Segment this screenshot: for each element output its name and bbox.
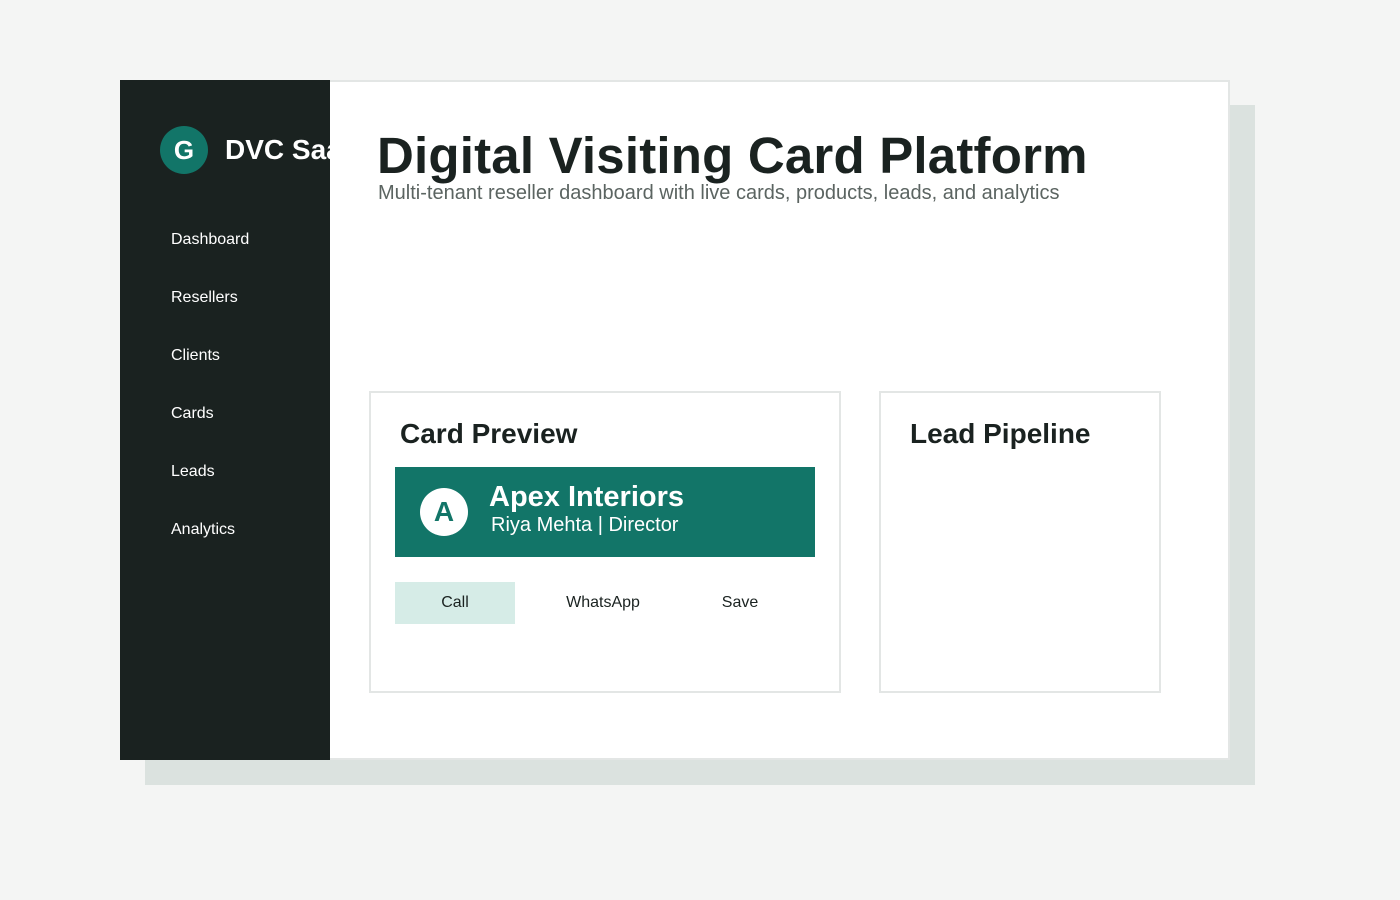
save-button[interactable]: Save: [680, 582, 800, 624]
sidebar-item-cards[interactable]: Cards: [171, 402, 249, 460]
app-window: G DVC SaaS Dashboard Resellers Clients C…: [120, 80, 1230, 760]
sidebar-item-resellers[interactable]: Resellers: [171, 286, 249, 344]
lead-pipeline-panel: Lead Pipeline: [879, 391, 1161, 693]
card-company-name: Apex Interiors: [489, 481, 684, 513]
page-subtitle: Multi-tenant reseller dashboard with liv…: [378, 182, 1060, 204]
sidebar: G DVC SaaS Dashboard Resellers Clients C…: [120, 80, 330, 760]
card-preview-panel: Card Preview A Apex Interiors Riya Mehta…: [369, 391, 841, 693]
sidebar-item-dashboard[interactable]: Dashboard: [171, 228, 249, 286]
main-content: Digital Visiting Card Platform Multi-ten…: [330, 82, 1228, 758]
sidebar-item-analytics[interactable]: Analytics: [171, 518, 249, 576]
sidebar-item-leads[interactable]: Leads: [171, 460, 249, 518]
card-person-title: Riya Mehta | Director: [491, 514, 679, 536]
page-title: Digital Visiting Card Platform: [377, 127, 1088, 184]
lead-pipeline-title: Lead Pipeline: [910, 418, 1091, 449]
card-preview-title: Card Preview: [400, 418, 578, 449]
call-button[interactable]: Call: [395, 582, 515, 624]
sidebar-item-clients[interactable]: Clients: [171, 344, 249, 402]
brand[interactable]: G DVC SaaS: [160, 126, 330, 174]
brand-logo: G: [160, 126, 208, 174]
card-avatar: A: [420, 488, 468, 536]
brand-name: DVC SaaS: [225, 134, 330, 165]
visiting-card[interactable]: A Apex Interiors Riya Mehta | Director: [395, 467, 815, 557]
whatsapp-button[interactable]: WhatsApp: [543, 582, 663, 624]
sidebar-nav: Dashboard Resellers Clients Cards Leads …: [171, 228, 249, 576]
